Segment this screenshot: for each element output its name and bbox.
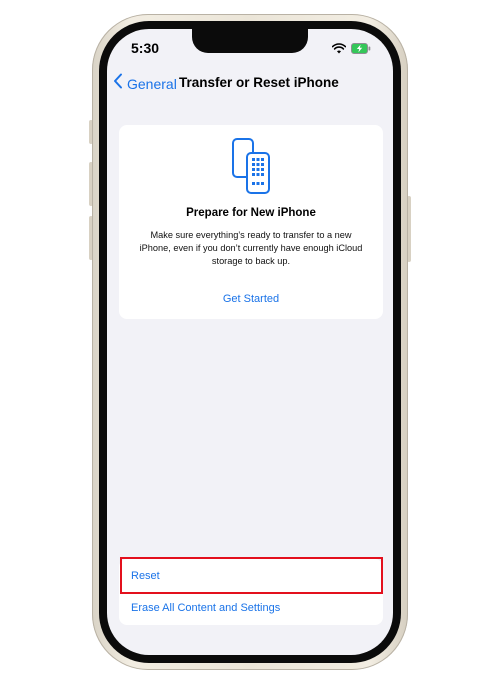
back-button-label: General (127, 75, 177, 92)
card-title: Prepare for New iPhone (186, 207, 316, 219)
prepare-new-iphone-card: Prepare for New iPhone Make sure everyth… (119, 125, 383, 319)
card-description: Make sure everything’s ready to transfer… (139, 230, 363, 266)
navigation-bar: General Transfer or Reset iPhone (107, 71, 393, 95)
status-time: 5:30 (131, 40, 160, 56)
page-title: Transfer or Reset iPhone (179, 75, 339, 90)
page: 5:30 General Transfer or Reset iPhone Pr… (0, 0, 500, 685)
reset-highlight-box (120, 557, 383, 594)
status-icons (331, 41, 371, 59)
chevron-left-icon (113, 73, 123, 94)
wifi-icon (331, 41, 347, 59)
notch (192, 29, 308, 53)
two-phones-icon (229, 137, 277, 202)
get-started-button[interactable]: Get Started (119, 293, 383, 305)
back-button[interactable]: General (113, 73, 177, 94)
battery-charging-icon (351, 41, 371, 59)
erase-all-content-button[interactable]: Erase All Content and Settings (131, 602, 280, 614)
